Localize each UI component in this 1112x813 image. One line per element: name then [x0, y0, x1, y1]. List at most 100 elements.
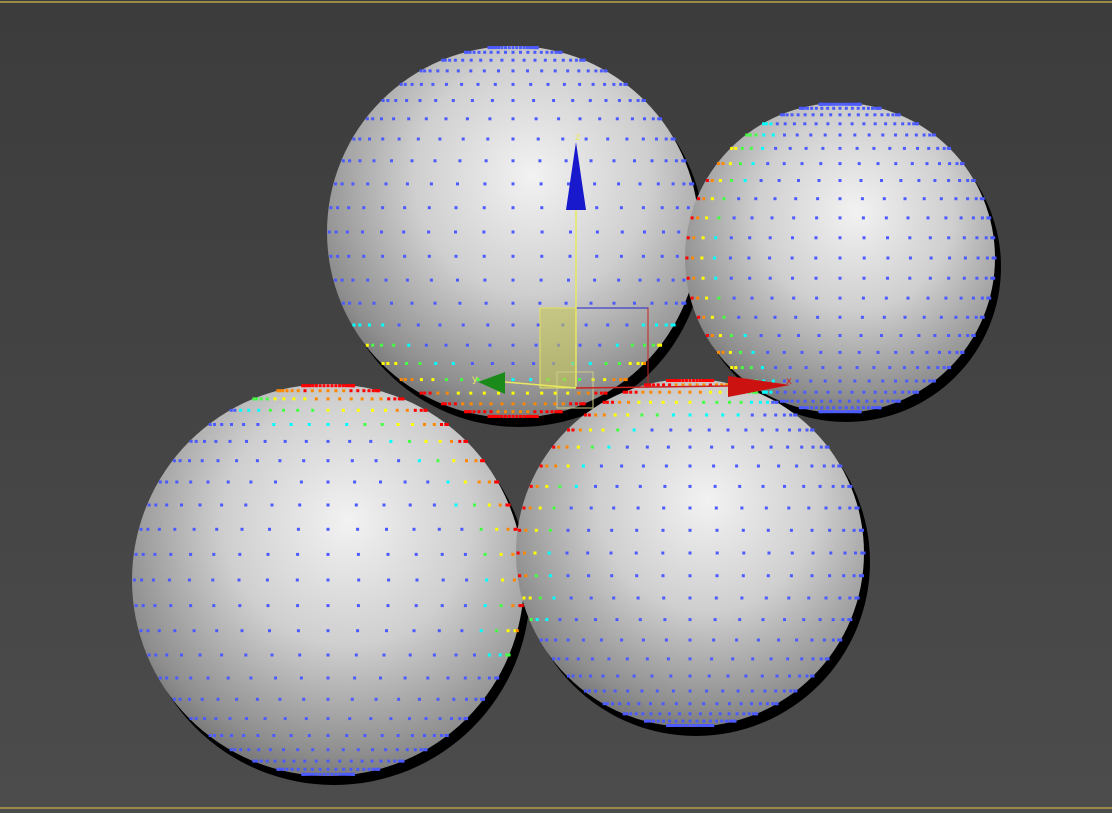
vertex-dot	[520, 604, 524, 608]
vertex-dot	[554, 410, 558, 414]
vertex-dot	[412, 629, 416, 633]
vertex-dot	[740, 596, 744, 600]
vertex-dot	[775, 122, 779, 126]
vertex-dot	[686, 276, 690, 280]
vertex-dot	[819, 162, 823, 166]
vertex-dot	[927, 146, 931, 150]
vertex-dot	[522, 402, 526, 406]
vertex-dot	[349, 389, 353, 393]
vertex-dot	[579, 402, 583, 406]
vertex-dot	[273, 397, 277, 401]
vertex-dot	[511, 82, 515, 86]
vertex-dot	[326, 439, 330, 443]
vertex-dot	[954, 315, 958, 319]
vertex-dot	[715, 719, 718, 723]
vertex-dot	[736, 689, 740, 693]
vertex-dot	[213, 423, 216, 426]
vertex-dot	[774, 366, 778, 370]
vertex-dot	[460, 527, 464, 531]
vertex-dot	[318, 767, 322, 771]
vertex-dot	[910, 162, 914, 166]
sphere-bottom-right[interactable]	[516, 379, 870, 736]
vertex-dot	[239, 748, 243, 752]
vertex-dot	[938, 162, 941, 166]
vertex-dot	[487, 653, 491, 657]
vertex-dot	[832, 106, 836, 110]
vertex-dot	[862, 256, 866, 260]
vertex-dot	[465, 578, 469, 582]
vertex-dot	[688, 596, 692, 600]
vertex-dot	[610, 528, 614, 532]
vertex-dot	[345, 423, 349, 426]
sphere-bottom-left[interactable]	[132, 384, 530, 785]
vertex-dot	[495, 629, 499, 633]
vertex-dot	[594, 689, 598, 693]
vertex-dot	[795, 133, 799, 137]
vertex-dot	[713, 256, 717, 260]
vertex-dot	[705, 334, 709, 337]
vertex-dot	[841, 484, 845, 488]
vertex-dot	[641, 390, 645, 394]
vertex-dot	[841, 410, 845, 414]
vertex-dot	[838, 216, 842, 220]
vertex-dot	[540, 254, 544, 258]
vertex-dot	[831, 618, 835, 622]
vertex-dot	[578, 82, 582, 86]
vertex-dot	[684, 724, 688, 727]
vertex-dot	[482, 459, 485, 463]
vertex-dot	[314, 397, 318, 401]
vertex-dot	[578, 343, 582, 347]
sphere-top-right[interactable]	[685, 102, 1001, 422]
vertex-dot	[838, 179, 842, 182]
vertex-dot	[533, 50, 537, 54]
vertex-dot	[408, 439, 411, 443]
vertex-dot	[488, 117, 492, 121]
gizmo-plane-handle[interactable]	[539, 307, 577, 389]
vertex-dot	[401, 397, 405, 401]
vertex-dot	[962, 236, 966, 240]
vertex-dot	[463, 604, 467, 608]
vertex-dot	[432, 653, 436, 657]
vertex-dot	[755, 712, 759, 716]
vertex-dot	[341, 159, 345, 163]
vertex-dot	[518, 574, 522, 578]
vertex-dot	[485, 578, 489, 582]
vertex-dot	[914, 133, 918, 137]
vertex-dot	[761, 366, 764, 370]
vertex-dot	[886, 113, 890, 117]
vertex-dot	[688, 400, 692, 404]
vertex-dot	[730, 146, 734, 150]
vertex-dot	[688, 464, 692, 468]
vertex-dot	[446, 480, 450, 484]
vertex-dot	[629, 390, 633, 394]
vertex-dot	[377, 767, 381, 771]
3d-viewport[interactable]: z y x	[0, 0, 1112, 813]
vertex-dot	[783, 390, 787, 394]
vertex-dot	[705, 689, 709, 693]
vertex-dot	[497, 391, 500, 395]
vertex-dot	[817, 334, 821, 337]
vertex-dot	[942, 146, 946, 150]
vertex-dot	[831, 464, 835, 468]
vertex-dot	[500, 58, 504, 62]
vertex-dot	[554, 464, 558, 468]
vertex-dot	[426, 676, 430, 680]
vertex-dot	[948, 256, 952, 260]
vertex-dot	[871, 106, 874, 110]
vertex-dot	[938, 350, 941, 354]
viewport-scene[interactable]: z y x	[0, 0, 1112, 813]
vertex-dot	[707, 674, 711, 678]
vertex-dot	[296, 389, 300, 393]
vertex-dot	[871, 406, 874, 410]
vertex-dot	[334, 384, 338, 388]
vertex-dot	[811, 445, 815, 449]
vertex-dot	[397, 397, 401, 401]
vertex-dot	[688, 413, 692, 417]
vertex-dot	[408, 503, 412, 507]
vertex-dot	[483, 604, 487, 608]
vertex-dot	[187, 578, 191, 582]
vertex-dot	[165, 653, 169, 657]
vertex-dot	[451, 362, 455, 365]
vertex-dot	[533, 402, 537, 406]
vertex-dot	[884, 296, 888, 300]
